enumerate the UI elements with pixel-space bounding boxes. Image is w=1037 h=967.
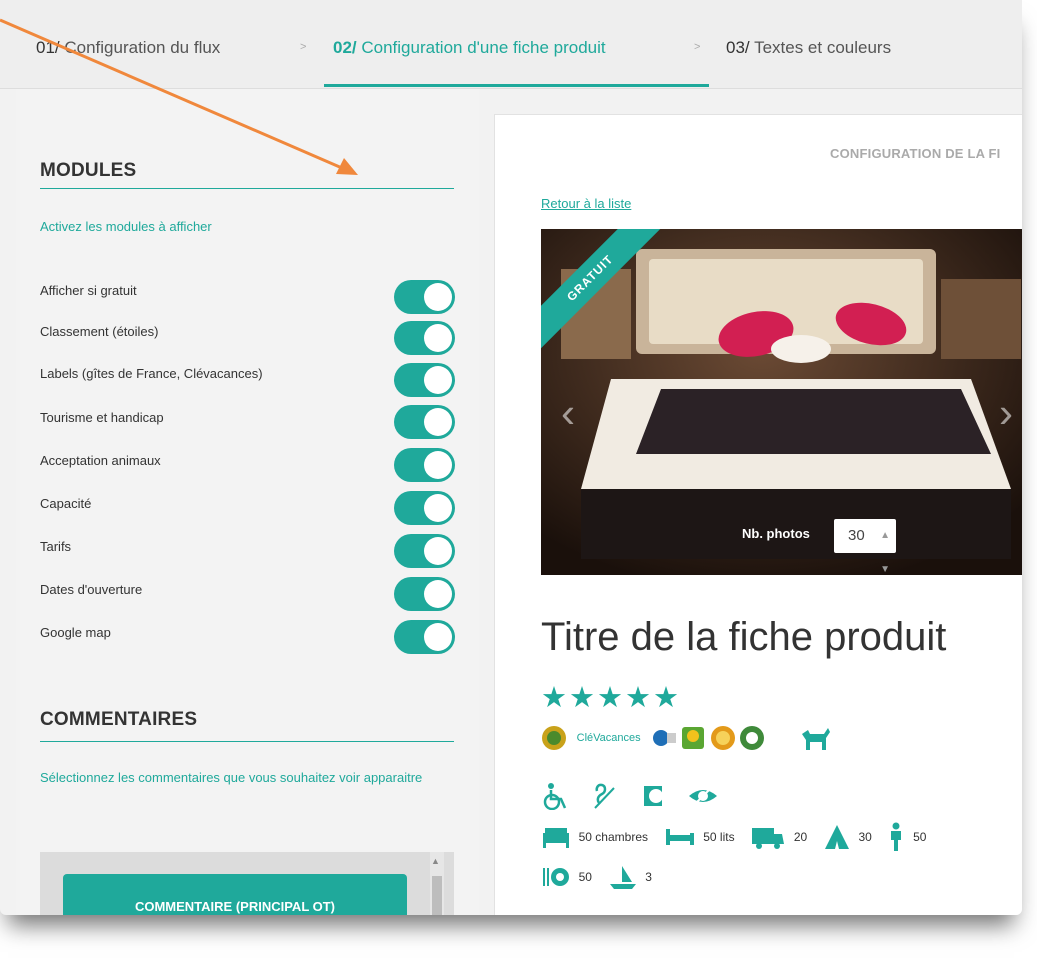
annotation-arrow-icon [0, 18, 358, 175]
